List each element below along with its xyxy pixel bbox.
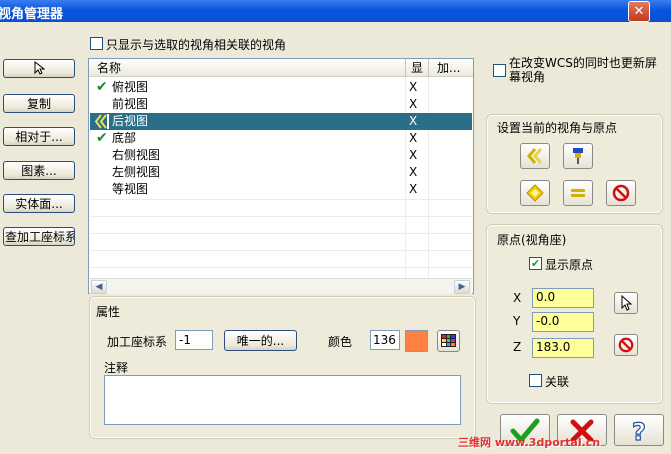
show-mark[interactable]: X — [409, 96, 417, 113]
color-number-input[interactable]: 136 — [370, 330, 400, 350]
pick-origin-button[interactable] — [614, 292, 638, 314]
scroll-right-icon[interactable]: ▶ — [454, 280, 470, 294]
view-list[interactable]: 名称 显 加... ✔ 俯视图 X 前视图 X 后视图 X ✔ 底部 X 右侧视… — [88, 58, 474, 294]
column-header-name[interactable]: 名称 — [89, 59, 405, 77]
show-mark[interactable]: X — [409, 79, 417, 96]
active-check-icon: ✔ — [96, 130, 108, 146]
relative-to-button[interactable]: 相对于... — [3, 127, 75, 146]
grid-line — [90, 199, 472, 200]
properties-title: 属性 — [96, 305, 121, 319]
close-icon[interactable]: ✕ — [628, 1, 650, 22]
table-row-selected[interactable]: 后视图 X — [90, 113, 472, 130]
view-name: 底部 — [112, 131, 137, 145]
x-label: X — [513, 291, 522, 305]
grid-line — [90, 216, 472, 217]
y-input[interactable]: -0.0 — [532, 312, 594, 332]
update-wcs-label-line1: 在改变WCS的同时也更新屏 — [509, 56, 657, 70]
solid-face-button[interactable]: 实体面... — [3, 194, 75, 213]
x-input[interactable]: 0.0 — [532, 288, 594, 308]
equals-icon — [571, 189, 585, 197]
table-row[interactable]: 右侧视图 X — [90, 147, 472, 164]
z-label: Z — [513, 340, 522, 354]
show-mark[interactable]: X — [409, 181, 417, 198]
view-name: 左侧视图 — [112, 165, 161, 179]
clear-button[interactable] — [606, 180, 636, 206]
set-view-arrows-icon — [527, 148, 543, 164]
origin-title: 原点(视角座) — [497, 233, 567, 247]
color-palette-button[interactable] — [437, 330, 460, 352]
update-wcs-label: 在改变WCS的同时也更新屏 幕视角 — [509, 56, 657, 84]
column-header-wcs[interactable]: 加... — [429, 59, 473, 77]
view-name: 右侧视图 — [112, 148, 161, 162]
notes-textarea[interactable] — [104, 375, 461, 425]
set-both-button[interactable] — [520, 180, 550, 206]
grid-line — [90, 267, 472, 268]
color-palette-icon — [441, 334, 456, 347]
current-view-arrows-icon — [94, 114, 109, 129]
filter-checkbox[interactable] — [90, 37, 103, 50]
set-current-view-button[interactable] — [520, 143, 550, 169]
table-row[interactable]: ✔ 底部 X — [90, 130, 472, 147]
column-header-show[interactable]: 显 — [406, 59, 428, 77]
set-view-title: 设置当前的视角与原点 — [497, 121, 618, 135]
copy-button[interactable]: 复制 — [3, 94, 75, 113]
pointer-arrow-icon — [34, 60, 46, 75]
view-name: 前视图 — [112, 97, 149, 111]
update-wcs-label-line2: 幕视角 — [509, 70, 546, 84]
wcs-input[interactable]: -1 — [175, 330, 213, 350]
scroll-left-icon[interactable]: ◀ — [91, 280, 107, 294]
view-name: 等视图 — [112, 182, 149, 196]
horizontal-scrollbar[interactable]: ◀ ▶ — [90, 278, 472, 294]
view-name: 俯视图 — [112, 80, 149, 94]
reset-origin-button[interactable] — [614, 334, 638, 356]
pointer-button[interactable] — [3, 59, 75, 78]
z-input[interactable]: 183.0 — [532, 338, 594, 358]
show-origin-label: 显示原点 — [545, 258, 594, 272]
tack-icon — [573, 148, 583, 164]
equal-button[interactable] — [563, 180, 593, 206]
set-origin-button[interactable] — [563, 143, 593, 169]
watermark: 三维网 www.3dportal.cn — [458, 436, 601, 449]
pointer-arrow-icon — [621, 294, 633, 311]
prohibit-icon — [618, 337, 634, 353]
show-mark[interactable]: X — [409, 164, 417, 181]
svg-text:?: ? — [632, 418, 646, 445]
grid-line — [90, 233, 472, 234]
query-wcs-button[interactable]: 查加工座标系 — [3, 227, 75, 246]
active-check-icon: ✔ — [96, 79, 108, 95]
update-wcs-checkbox[interactable] — [493, 64, 506, 77]
help-button[interactable]: ? — [614, 414, 664, 447]
y-label: Y — [513, 314, 521, 328]
show-mark[interactable]: X — [409, 130, 417, 147]
notes-label: 注释 — [104, 361, 129, 375]
associate-checkbox[interactable] — [529, 374, 542, 387]
show-mark[interactable]: X — [409, 113, 417, 130]
view-name: 后视图 — [112, 114, 149, 128]
entity-button[interactable]: 图素... — [3, 161, 75, 180]
table-row[interactable]: ✔ 俯视图 X — [90, 79, 472, 96]
grid-line — [90, 250, 472, 251]
associate-label: 关联 — [545, 375, 570, 389]
show-origin-checkbox[interactable]: ✔ — [529, 257, 542, 270]
window-title: 视角管理器 — [0, 7, 64, 22]
help-question-icon: ? — [631, 417, 646, 446]
title-bar: 视角管理器 — [0, 0, 671, 22]
diamond-icon — [526, 184, 544, 202]
color-label: 颜色 — [328, 335, 353, 349]
table-row[interactable]: 前视图 X — [90, 96, 472, 113]
filter-label: 只显示与选取的视角相关联的视角 — [106, 38, 287, 52]
color-swatch[interactable] — [405, 330, 428, 352]
unique-button[interactable]: 唯一的... — [224, 330, 297, 351]
table-row[interactable]: 左侧视图 X — [90, 164, 472, 181]
table-row[interactable]: 等视图 X — [90, 181, 472, 198]
show-mark[interactable]: X — [409, 147, 417, 164]
prohibit-icon — [612, 184, 630, 202]
wcs-label: 加工座标系 — [107, 335, 168, 349]
